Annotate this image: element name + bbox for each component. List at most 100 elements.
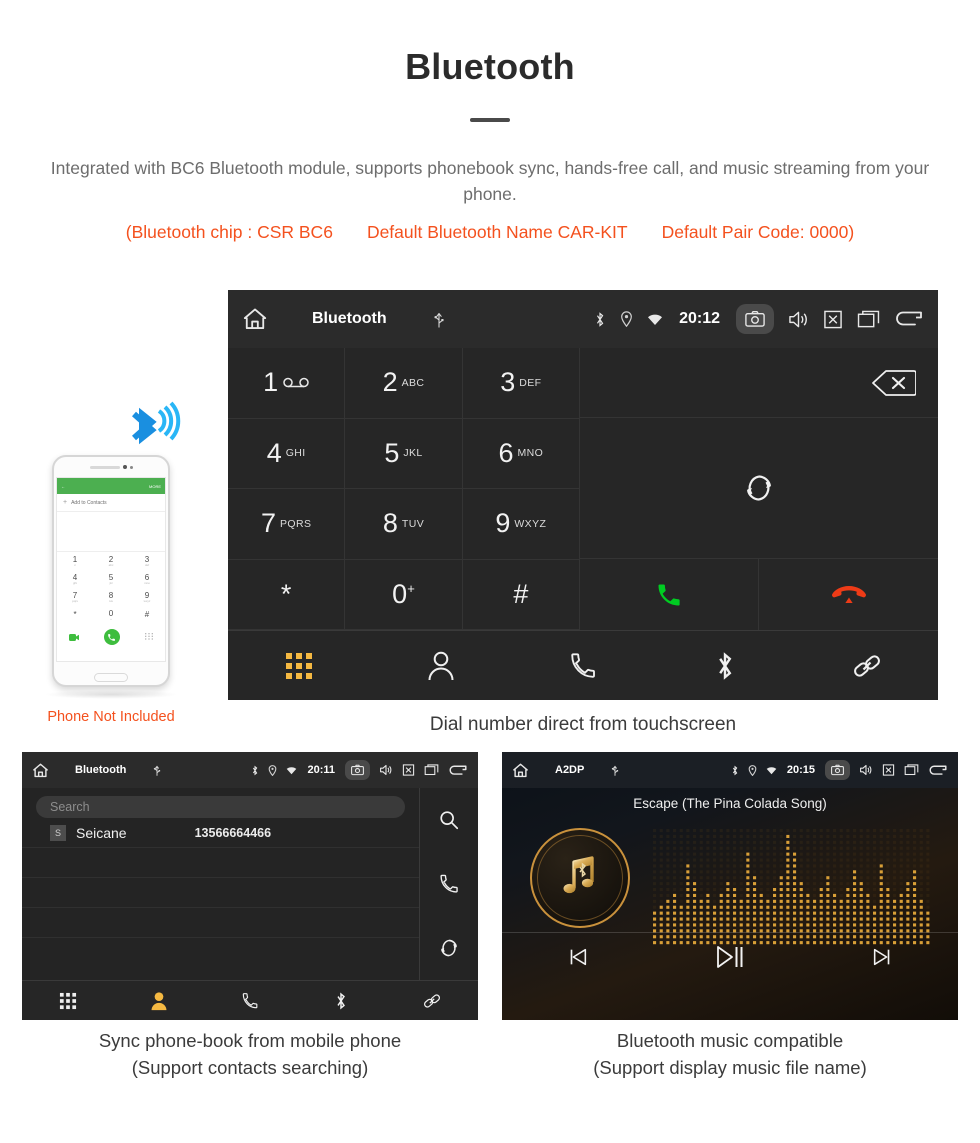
phonebook-action-rail bbox=[420, 788, 478, 980]
dialpad-key-3[interactable]: 3 DEF bbox=[462, 348, 580, 419]
camera-icon[interactable] bbox=[825, 760, 850, 780]
recents-icon[interactable] bbox=[904, 764, 919, 776]
usb-icon bbox=[431, 310, 447, 328]
play-pause-icon[interactable] bbox=[654, 944, 806, 970]
volume-icon[interactable] bbox=[859, 764, 873, 776]
dialpad-key-star[interactable]: * bbox=[228, 559, 346, 630]
call-log-icon bbox=[241, 991, 260, 1010]
dialer-caption: Dial number direct from touchscreen bbox=[429, 714, 737, 735]
table-row[interactable]: S Seicane 13566664466 bbox=[22, 818, 419, 848]
recents-icon[interactable] bbox=[424, 764, 439, 776]
dialpad-key-1[interactable]: 1 bbox=[228, 348, 346, 419]
home-icon[interactable] bbox=[32, 762, 49, 779]
music-caption-line2: (Support display music file name) bbox=[593, 1056, 867, 1078]
phonebook-caption-line1: Sync phone-book from mobile phone bbox=[98, 1030, 402, 1051]
phone-key-letters: tuv bbox=[108, 598, 113, 603]
dialpad-keys: 1 2 ABC 3 DEF 4 GHI 5 JKL 6 MNO 7 PQRS 8 TUV 9 WXYZ * 0+ # bbox=[228, 348, 580, 630]
home-icon[interactable] bbox=[512, 762, 529, 779]
dialpad-key-6[interactable]: 6 MNO bbox=[462, 418, 580, 489]
bluetooth-icon bbox=[251, 765, 259, 776]
avatar: S bbox=[50, 824, 66, 841]
previous-track-icon[interactable] bbox=[502, 946, 654, 968]
phone-key-3: 3 def bbox=[129, 552, 165, 570]
sync-icon[interactable] bbox=[438, 916, 460, 980]
phone-key-letters: wxyz bbox=[143, 598, 151, 603]
volume-icon[interactable] bbox=[788, 310, 809, 329]
bluetooth-icon bbox=[714, 650, 736, 682]
volume-icon[interactable] bbox=[379, 764, 393, 776]
close-box-icon[interactable] bbox=[882, 764, 895, 776]
nav-call-log[interactable] bbox=[512, 651, 654, 681]
phone-screen: ← MORE + Add to Contacts 1 ∞ 2 abc 3 def 4 ghi 5… bbox=[56, 477, 166, 662]
call-icon[interactable] bbox=[438, 852, 460, 916]
usb-icon bbox=[610, 764, 620, 776]
phone-call-button bbox=[103, 629, 120, 645]
phone-key-2: 2 abc bbox=[93, 552, 129, 570]
bluetooth-icon bbox=[731, 765, 739, 776]
camera-icon[interactable] bbox=[345, 760, 370, 780]
equalizer-visualizer bbox=[653, 829, 930, 945]
dialpad-key-2[interactable]: 2 ABC bbox=[345, 348, 463, 419]
search-icon[interactable] bbox=[438, 788, 460, 852]
phone-key-1: 1 ∞ bbox=[57, 552, 93, 570]
close-box-icon[interactable] bbox=[402, 764, 415, 776]
call-transfer-button[interactable] bbox=[580, 418, 938, 559]
dialpad-key-5[interactable]: 5 JKL bbox=[345, 418, 463, 489]
link-icon bbox=[423, 991, 442, 1010]
dialpad-key-plus: + bbox=[407, 580, 415, 596]
search-input[interactable]: Search bbox=[36, 796, 405, 818]
nav-contacts[interactable] bbox=[113, 986, 204, 1016]
bluetooth-icon bbox=[334, 991, 348, 1011]
backspace-button[interactable] bbox=[580, 348, 938, 418]
nav-bluetooth[interactable] bbox=[654, 650, 796, 682]
nav-link[interactable] bbox=[796, 651, 938, 681]
nav-dialpad[interactable] bbox=[22, 987, 113, 1015]
call-button[interactable] bbox=[580, 559, 759, 630]
dialpad-key-letters: WXYZ bbox=[514, 517, 547, 530]
phone-key-7: 7 pqrs bbox=[57, 588, 93, 606]
end-call-button[interactable] bbox=[759, 559, 938, 630]
dialpad-key-number: * bbox=[280, 578, 292, 609]
back-icon[interactable] bbox=[928, 764, 948, 777]
phone-more-label: MORE bbox=[149, 483, 161, 489]
dialpad-icon bbox=[59, 992, 76, 1009]
phone-key-letters: mno bbox=[144, 580, 150, 585]
call-log-icon bbox=[568, 651, 598, 681]
music-body: Escape (The Pina Colada Song) bbox=[502, 788, 958, 980]
home-icon[interactable] bbox=[242, 306, 268, 332]
plus-icon: + bbox=[63, 499, 68, 506]
back-icon[interactable] bbox=[894, 309, 924, 329]
nav-dialpad[interactable] bbox=[228, 652, 370, 680]
dialpad-key-7[interactable]: 7 PQRS bbox=[228, 489, 346, 560]
dialpad-key-number: 0+ bbox=[392, 578, 415, 609]
nav-bluetooth[interactable] bbox=[296, 985, 387, 1017]
phone-key-9: 9 wxyz bbox=[129, 588, 165, 606]
dialpad-key-hash[interactable]: # bbox=[462, 559, 580, 630]
dialpad-key-9[interactable]: 9 WXYZ bbox=[462, 489, 580, 560]
camera-icon[interactable] bbox=[736, 304, 774, 334]
contacts-icon bbox=[150, 991, 167, 1010]
close-box-icon[interactable] bbox=[823, 310, 843, 329]
spec-name: Default Bluetooth Name CAR-KIT bbox=[366, 222, 628, 242]
phone-key-letters: + bbox=[110, 616, 112, 621]
dialpad-key-number: 6 bbox=[498, 437, 514, 468]
wifi-icon bbox=[647, 313, 663, 326]
phone-number-display bbox=[57, 512, 165, 552]
dialpad-key-0[interactable]: 0+ bbox=[345, 559, 463, 630]
nav-link[interactable] bbox=[387, 986, 478, 1016]
dialpad-key-8[interactable]: 8 TUV bbox=[345, 489, 463, 560]
back-icon[interactable] bbox=[448, 764, 468, 777]
nav-contacts[interactable] bbox=[370, 651, 512, 681]
recents-icon[interactable] bbox=[857, 310, 880, 329]
album-art-ring bbox=[537, 835, 623, 921]
page-title: Bluetooth bbox=[405, 46, 575, 87]
next-track-icon[interactable] bbox=[806, 946, 958, 968]
dialpad-icon bbox=[285, 652, 313, 680]
statusbar: A2DP 20:15 bbox=[502, 752, 958, 788]
phone-key-4: 4 ghi bbox=[57, 570, 93, 588]
phone-key-8: 8 tuv bbox=[93, 588, 129, 606]
phone-add-contact-label: Add to Contacts bbox=[71, 499, 107, 506]
dialpad-key-4[interactable]: 4 GHI bbox=[228, 418, 346, 489]
nav-call-log[interactable] bbox=[204, 986, 295, 1016]
bluetooth-signal-icon bbox=[118, 398, 186, 446]
